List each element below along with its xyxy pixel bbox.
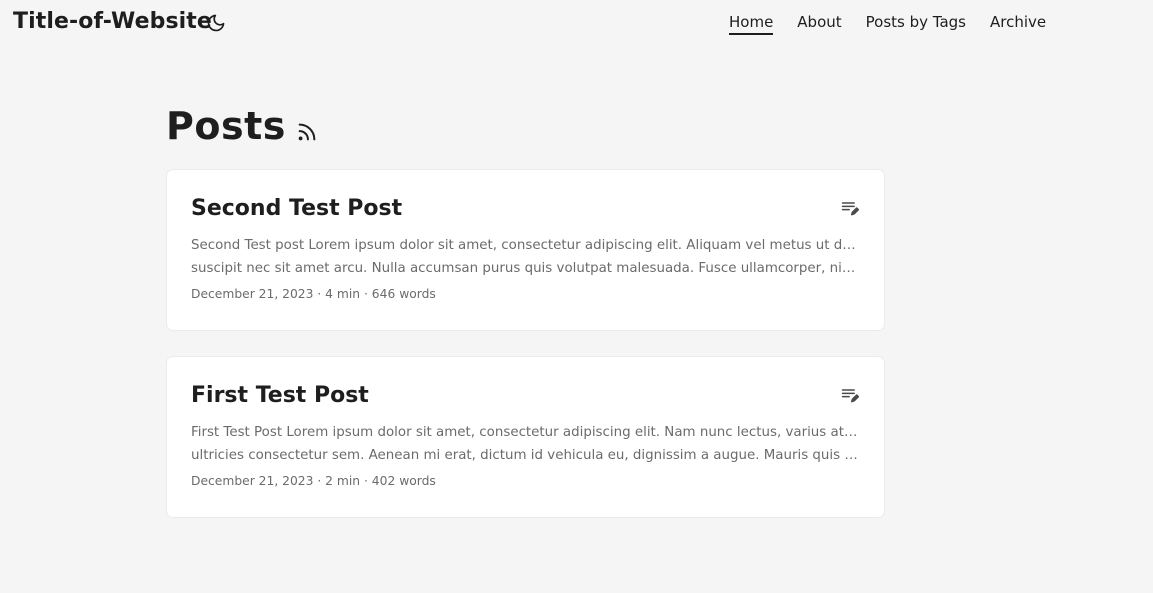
post-summary-line: Second Test post Lorem ipsum dolor sit a… xyxy=(191,238,860,253)
post-title[interactable]: Second Test Post xyxy=(191,194,860,224)
post-meta: December 21, 2023 · 4 min · 646 words xyxy=(191,287,436,301)
site-header: Title-of-Website Home About Posts by Tag… xyxy=(0,0,1153,46)
nav-item-home[interactable]: Home xyxy=(729,13,774,35)
post-summary-line: ultricies consectetur sem. Aenean mi era… xyxy=(191,448,860,463)
post-title[interactable]: First Test Post xyxy=(191,381,860,411)
site-title-link[interactable]: Title-of-Website xyxy=(13,9,212,34)
nav-item-about[interactable]: About xyxy=(797,13,841,35)
main-nav: Home About Posts by Tags Archive xyxy=(729,13,1070,35)
post-entry[interactable]: First Test Post First Test Post Lorem ip… xyxy=(166,356,885,518)
post-meta: December 21, 2023 · 2 min · 402 words xyxy=(191,474,436,488)
post-summary: Second Test post Lorem ipsum dolor sit a… xyxy=(191,234,860,280)
post-summary-line: suscipit nec sit amet arcu. Nulla accums… xyxy=(191,261,860,276)
page-header: Posts xyxy=(166,100,885,152)
moon-icon[interactable] xyxy=(206,13,226,33)
nav-item-archive[interactable]: Archive xyxy=(990,13,1046,35)
edit-list-icon[interactable] xyxy=(840,385,860,405)
post-summary-line: First Test Post Lorem ipsum dolor sit am… xyxy=(191,425,860,440)
page-title: Posts xyxy=(166,104,286,148)
post-summary: First Test Post Lorem ipsum dolor sit am… xyxy=(191,421,860,467)
post-entry[interactable]: Second Test Post Second Test post Lorem … xyxy=(166,169,885,331)
main-content: Posts Second Test Post Second Test post … xyxy=(166,100,885,543)
rss-icon[interactable] xyxy=(296,121,318,143)
nav-item-posts-by-tags[interactable]: Posts by Tags xyxy=(866,13,966,35)
edit-list-icon[interactable] xyxy=(840,198,860,218)
